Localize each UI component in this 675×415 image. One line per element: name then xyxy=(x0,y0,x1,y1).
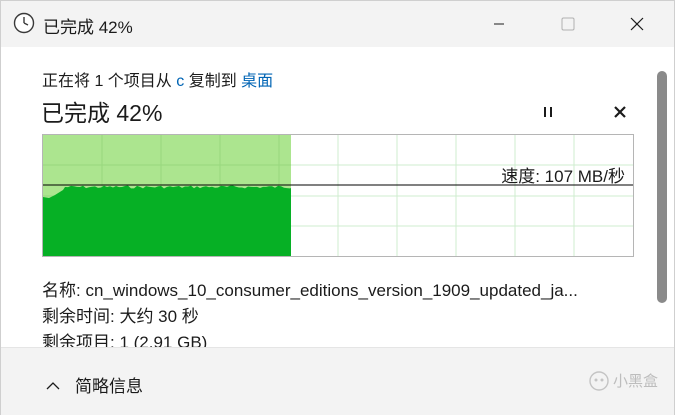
copy-description-prefix: 正在将 1 个项目从 xyxy=(42,73,177,90)
progress-headline: 已完成 42% xyxy=(41,100,163,126)
less-details-label: 简略信息 xyxy=(75,377,143,396)
file-name: 名称: cn_windows_10_consumer_editions_vers… xyxy=(42,281,578,300)
time-remaining: 剩余时间: 大约 30 秒 xyxy=(42,307,199,326)
watermark: 小黑盒 xyxy=(589,370,658,391)
chevron-up-icon xyxy=(46,381,60,389)
maximize-icon xyxy=(561,17,575,31)
scrollbar-thumb[interactable] xyxy=(657,71,667,303)
close-button[interactable] xyxy=(602,1,672,47)
speed-graph-canvas xyxy=(43,135,633,256)
cancel-button[interactable] xyxy=(607,99,633,125)
close-icon xyxy=(630,17,644,31)
dialog-footer: 简略信息 小黑盒 xyxy=(1,347,674,415)
pause-button[interactable] xyxy=(535,99,561,125)
maximize-button[interactable] xyxy=(533,1,603,47)
speed-graph: 速度: 107 MB/秒 xyxy=(42,134,634,257)
minimize-icon xyxy=(494,23,504,25)
copy-description: 正在将 1 个项目从 c 复制到 桌面 xyxy=(42,67,273,91)
watermark-text: 小黑盒 xyxy=(613,373,659,390)
copy-description-middle: 复制到 xyxy=(184,73,242,90)
title-bar[interactable]: 已完成 42% xyxy=(1,1,674,47)
watermark-logo-icon xyxy=(589,370,609,391)
destination-link[interactable]: 桌面 xyxy=(241,73,273,90)
speed-label: 速度: 107 MB/秒 xyxy=(501,167,625,186)
minimize-button[interactable] xyxy=(464,1,534,47)
speed-history-area xyxy=(43,185,291,256)
less-details-button[interactable]: 简略信息 xyxy=(45,372,143,397)
pause-icon xyxy=(544,107,552,117)
clock-icon xyxy=(13,12,35,34)
close-icon xyxy=(614,106,626,118)
copy-progress-dialog: 已完成 42% 正在将 1 个项目从 c 复制到 桌面 已完成 42% 速度: … xyxy=(0,0,675,415)
dialog-content: 正在将 1 个项目从 c 复制到 桌面 已完成 42% 速度: 107 MB/秒… xyxy=(1,47,674,352)
window-title: 已完成 42% xyxy=(43,18,133,37)
